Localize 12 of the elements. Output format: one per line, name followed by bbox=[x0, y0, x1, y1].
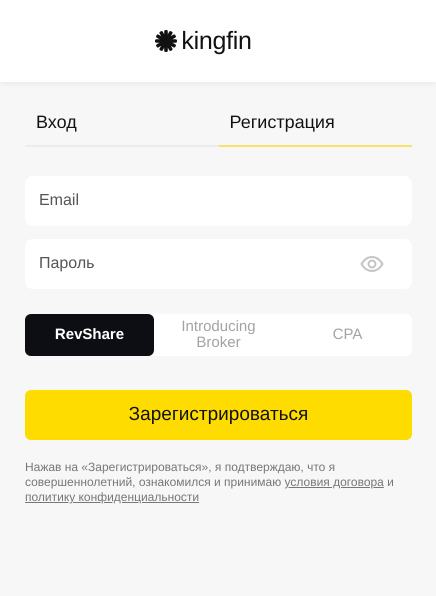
logo-icon bbox=[154, 29, 178, 53]
register-button[interactable]: Зарегистрироваться bbox=[25, 390, 412, 440]
plan-option[interactable]: RevShare bbox=[25, 314, 154, 356]
consent-text: Нажав на «Зарегистрироваться», я подтверждаю, что я совершеннолетний, ознакомился и принимаю условия договора и политику конфиденциальности bbox=[25, 460, 395, 505]
logo-text: kingfin bbox=[181, 26, 252, 56]
privacy-link[interactable]: политику конфиденциальности bbox=[25, 490, 200, 504]
auth-tab[interactable]: Вход bbox=[25, 102, 218, 147]
email-field[interactable]: Email bbox=[25, 176, 412, 226]
password-field[interactable]: Пароль bbox=[25, 239, 412, 289]
eye-icon[interactable] bbox=[360, 256, 384, 272]
terms-link[interactable]: условия договора bbox=[284, 475, 384, 489]
auth-tab[interactable]: Регистрация bbox=[218, 102, 412, 147]
